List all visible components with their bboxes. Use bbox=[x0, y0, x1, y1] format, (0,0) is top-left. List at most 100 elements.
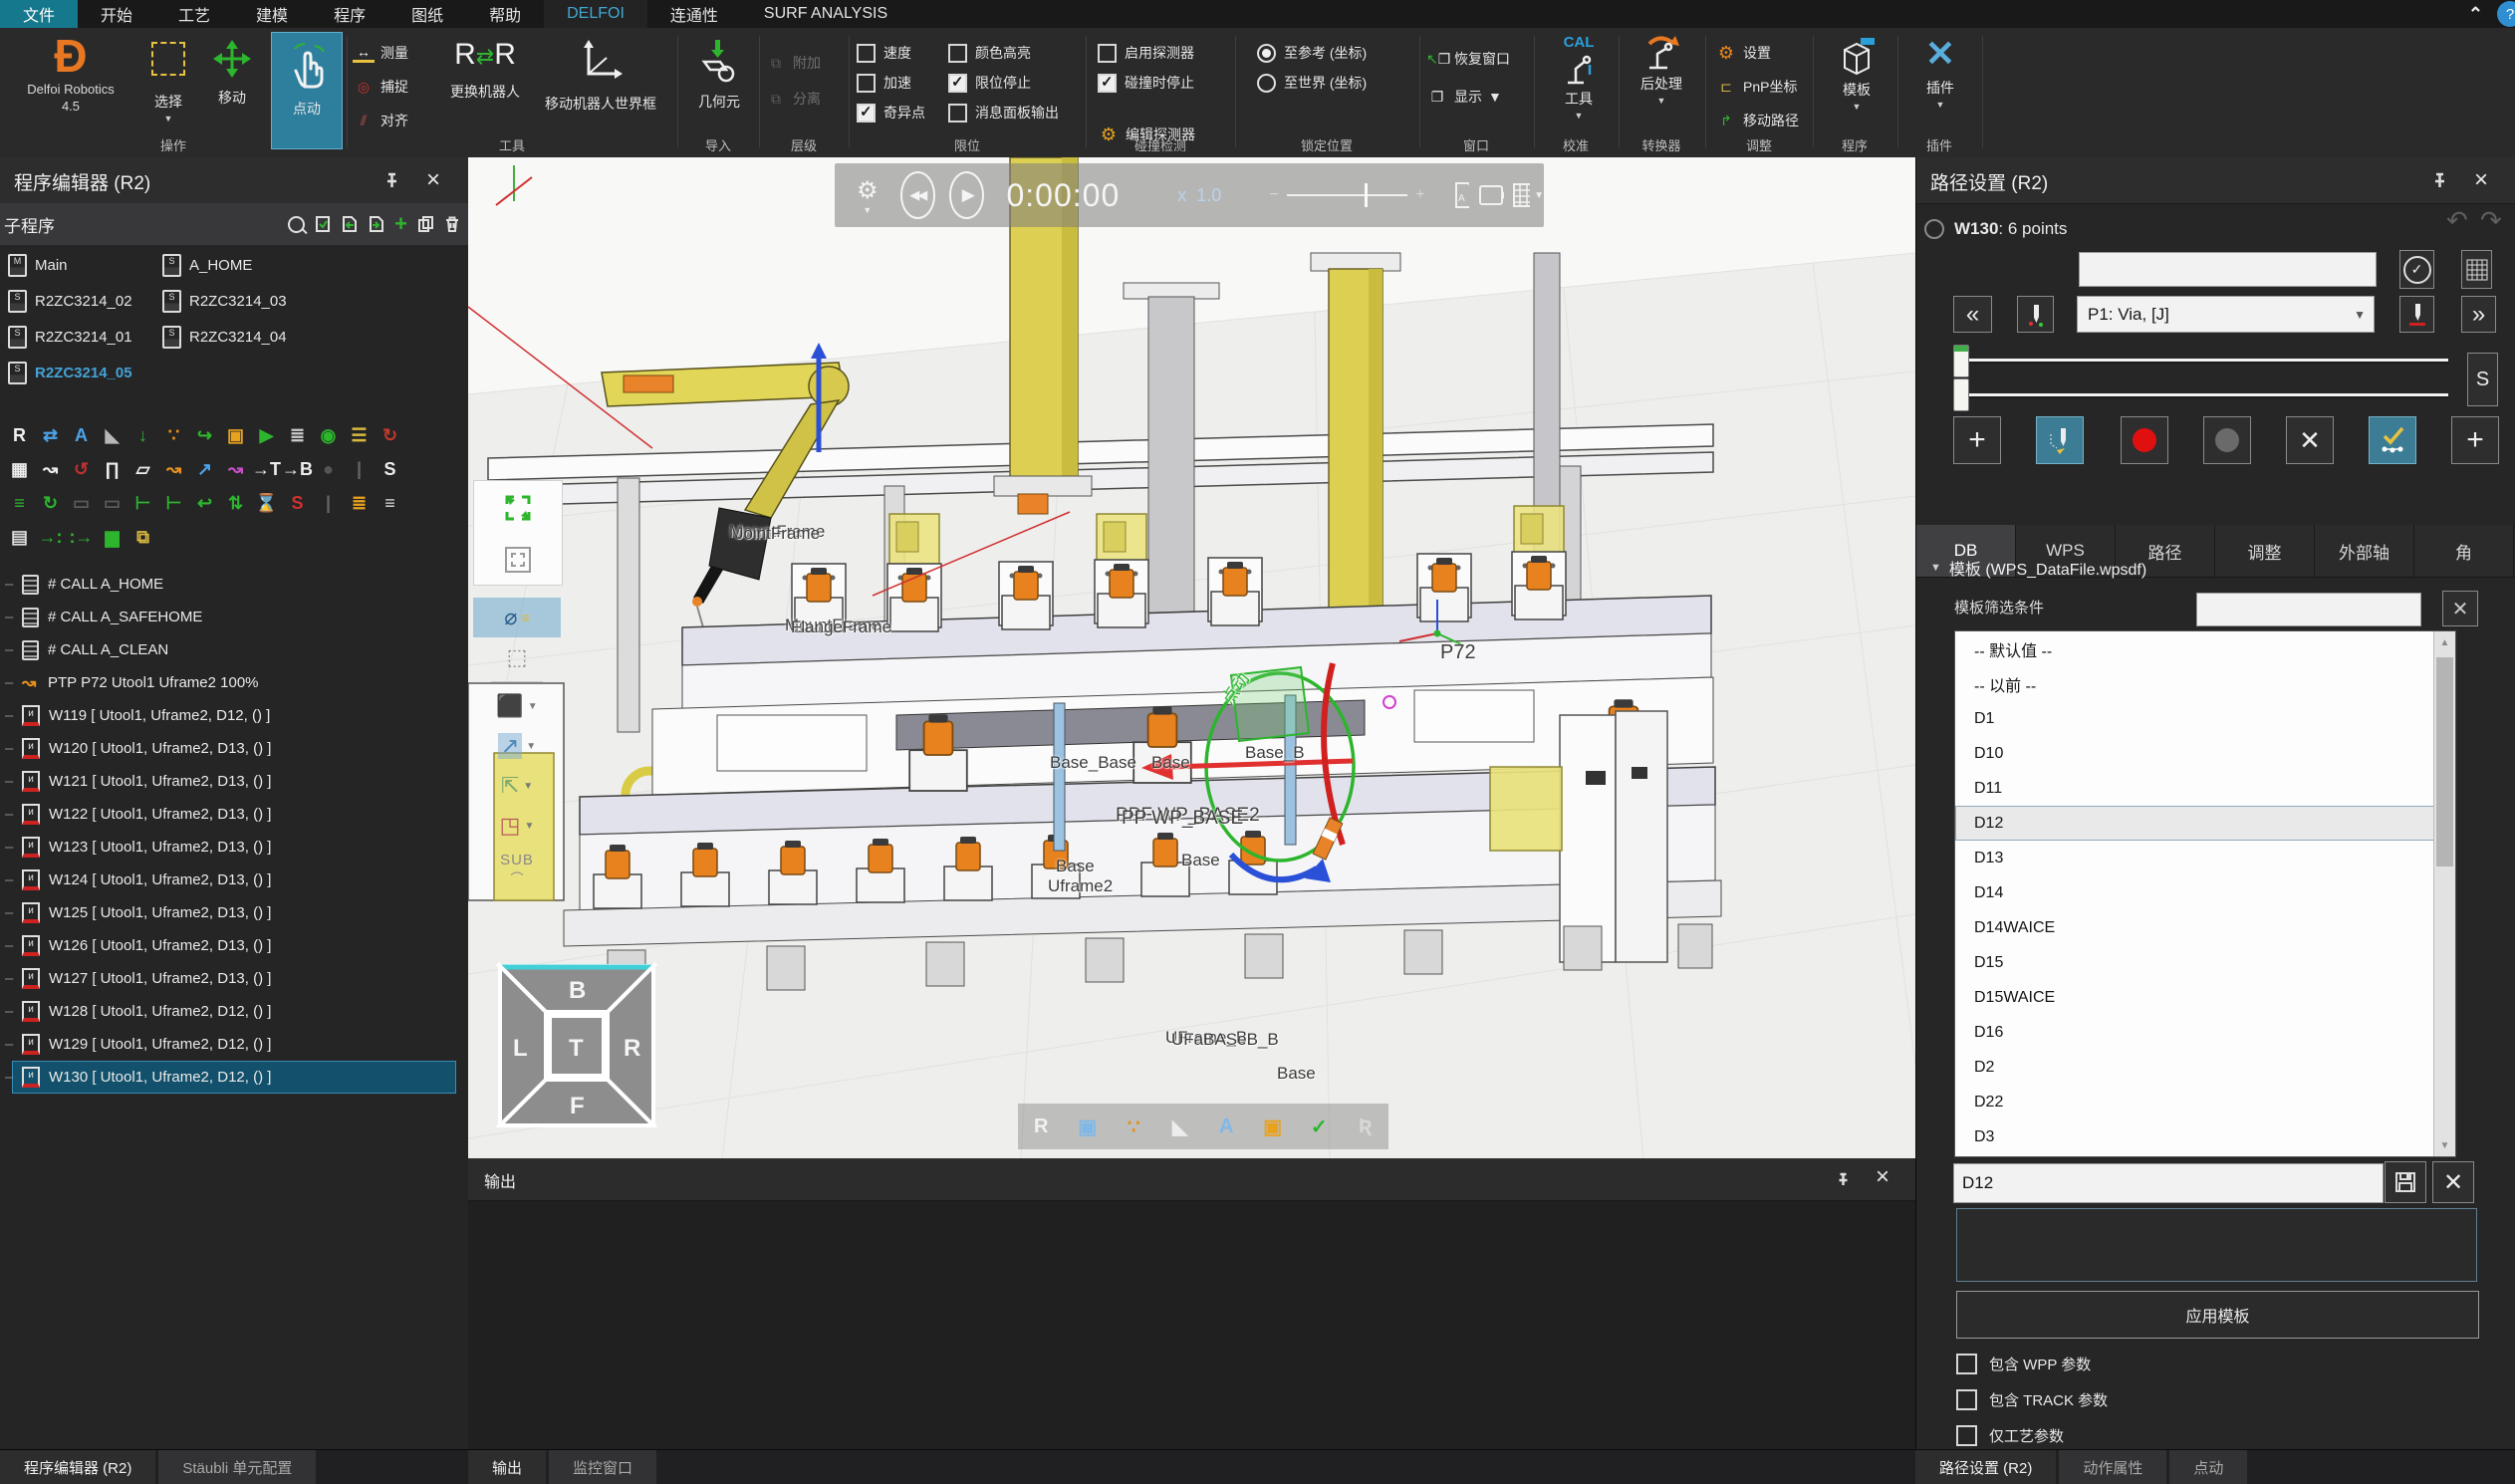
statement-row[interactable]: – ↝ ᴎ W130 [ Utool1, Uframe2, D12, () ] bbox=[12, 1061, 456, 1094]
viewport-tool-icon[interactable]: A bbox=[1208, 1109, 1244, 1144]
toolbar-icon[interactable]: ↝ bbox=[35, 455, 66, 483]
point-select-dropdown[interactable]: P1: Via, [J] ▼ bbox=[2077, 296, 2375, 333]
point-name-input[interactable] bbox=[2079, 252, 2377, 287]
template-description-textarea[interactable] bbox=[1956, 1208, 2477, 1282]
template-list[interactable]: -- 默认值 ---- 以前 --D1D10D11D12D13D14D14WAI… bbox=[1954, 630, 2456, 1157]
lock-radio[interactable]: 至参考 (坐标) bbox=[1257, 38, 1367, 68]
scrollbar[interactable]: ▲ ▼ bbox=[2433, 631, 2455, 1156]
toolbar-icon[interactable]: ↻ bbox=[35, 489, 66, 517]
template-section-header[interactable]: ▼ 模板 (WPS_DataFile.wpsdf) bbox=[1930, 556, 2146, 580]
scroll-down-icon[interactable]: ▼ bbox=[2434, 1134, 2455, 1156]
menu-item[interactable]: 连通性 bbox=[647, 0, 741, 28]
viewport-tool-icon[interactable]: ∵ bbox=[1116, 1109, 1151, 1144]
template-list-item[interactable]: D10 bbox=[1955, 736, 2455, 771]
statement-row[interactable]: – ↝ ᴎ W124 [ Utool1, Uframe2, D13, () ] bbox=[12, 864, 456, 896]
statement-row[interactable]: – ↝ ᴎ # CALL A_SAFEHOME bbox=[12, 601, 456, 633]
toolbar-icon[interactable]: ▶ bbox=[251, 421, 282, 449]
subprogram-item[interactable]: S R2ZC3214_05 bbox=[0, 357, 154, 388]
statement-row[interactable]: – ↝ ᴎ W127 [ Utool1, Uframe2, D13, () ] bbox=[12, 962, 456, 995]
viewport-tool-icon[interactable]: ✓ bbox=[1301, 1109, 1337, 1144]
toolbar-icon[interactable]: ☰ bbox=[344, 421, 375, 449]
collision-checkbox[interactable]: 启用探测器 bbox=[1098, 38, 1194, 68]
menu-item[interactable]: 程序 bbox=[311, 0, 388, 28]
measure-button[interactable]: ↔ 测量 bbox=[353, 40, 408, 66]
toolbar-icon[interactable]: ↻ bbox=[375, 421, 405, 449]
viewport-tool-icon[interactable]: Ʀ bbox=[1348, 1109, 1383, 1144]
zoom-fit-icon[interactable] bbox=[503, 493, 533, 523]
statement-row[interactable]: – ↝ ᴎ # CALL A_CLEAN bbox=[12, 633, 456, 666]
pin-icon[interactable] bbox=[380, 169, 402, 191]
menu-item[interactable]: DELFOI bbox=[544, 0, 647, 28]
export-program-icon[interactable] bbox=[368, 215, 384, 233]
measure-tool-icon[interactable]: ⌀≡ bbox=[473, 598, 561, 637]
speed-slider-track[interactable] bbox=[1958, 393, 2448, 396]
statement-row[interactable]: – ↝ ᴎ W128 [ Utool1, Uframe2, D12, () ] bbox=[12, 995, 456, 1028]
select-button[interactable]: 选择 ▼ bbox=[139, 32, 197, 147]
snap-button[interactable]: ◎ 捕捉 bbox=[353, 74, 408, 100]
statement-row[interactable]: – ↝ ᴎ W120 [ Utool1, Uframe2, D13, () ] bbox=[12, 732, 456, 765]
template-name-input[interactable] bbox=[1953, 1163, 2384, 1203]
toolbar-icon[interactable]: ▆ bbox=[97, 523, 127, 551]
restore-window-button[interactable]: ↖❐ 恢复窗口 bbox=[1426, 46, 1510, 72]
record-disabled-button[interactable] bbox=[2203, 416, 2251, 464]
toolbar-icon[interactable]: ↩ bbox=[189, 489, 220, 517]
3d-viewport[interactable]: MountFrameJointFrameMountFrameFlangeFram… bbox=[468, 157, 1915, 1158]
template-button[interactable]: 模板 ▼ bbox=[1825, 32, 1888, 147]
torch-touch-button[interactable] bbox=[2399, 296, 2434, 333]
speed-minus-icon[interactable]: − bbox=[1269, 186, 1278, 204]
template-list-item[interactable]: D16 bbox=[1955, 1015, 2455, 1050]
toolbar-icon[interactable]: S bbox=[375, 455, 405, 483]
swap-robot-button[interactable]: R⇄R 更换机器人 bbox=[442, 32, 528, 147]
video-record-icon[interactable] bbox=[1479, 183, 1503, 207]
menu-item[interactable]: 文件 bbox=[0, 0, 78, 28]
view-cube[interactable]: B L T R F bbox=[496, 962, 657, 1131]
axis-small-icon[interactable]: ⇱▼ bbox=[473, 766, 561, 806]
add-program-icon[interactable]: + bbox=[394, 211, 407, 237]
limit-checkbox[interactable]: 奇异点 bbox=[857, 98, 925, 127]
tab[interactable]: 外部轴 bbox=[2315, 525, 2414, 577]
toolbar-icon[interactable]: →T bbox=[251, 455, 282, 483]
panel-tab[interactable]: 路径设置 (R2) bbox=[1915, 1450, 2056, 1484]
postprocess-button[interactable]: 后处理 ▼ bbox=[1624, 32, 1699, 147]
verify-path-button[interactable] bbox=[2369, 416, 2416, 464]
toolbar-icon[interactable]: ▱ bbox=[127, 455, 158, 483]
menu-item[interactable]: 图纸 bbox=[388, 0, 466, 28]
solid-cube-icon[interactable]: ⬛▼ bbox=[473, 686, 561, 726]
statement-row[interactable]: – ↝ ᴎ W121 [ Utool1, Uframe2, D13, () ] bbox=[12, 765, 456, 798]
frame-axis-icon[interactable]: ↗▼ bbox=[473, 726, 561, 766]
template-list-item[interactable]: D12 bbox=[1955, 806, 2455, 841]
scroll-thumb[interactable] bbox=[2436, 657, 2453, 866]
toolbar-icon[interactable]: A bbox=[66, 421, 97, 449]
subprogram-item[interactable]: S R2ZC3214_01 bbox=[0, 321, 154, 353]
menu-item[interactable]: 工艺 bbox=[155, 0, 233, 28]
play-button[interactable]: ▶ bbox=[949, 171, 984, 219]
toolbar-icon[interactable]: ⊢ bbox=[158, 489, 189, 517]
slider-handle[interactable] bbox=[1365, 183, 1368, 207]
panel-tab[interactable]: 监控窗口 bbox=[549, 1450, 656, 1484]
attach-button[interactable]: ⧉ 附加 bbox=[765, 50, 821, 76]
close-icon[interactable]: × bbox=[2470, 169, 2492, 191]
template-list-item[interactable]: -- 以前 -- bbox=[1955, 666, 2455, 701]
search-icon[interactable] bbox=[288, 216, 305, 233]
template-list-item[interactable]: D22 bbox=[1955, 1085, 2455, 1119]
subprogram-item[interactable]: S R2ZC3214_04 bbox=[154, 321, 468, 353]
help-icon[interactable]: ? bbox=[2497, 1, 2515, 27]
move-path-button[interactable]: ↱ 移动路径 bbox=[1715, 108, 1799, 133]
pin-icon[interactable] bbox=[1832, 1168, 1854, 1190]
toolbar-icon[interactable]: R bbox=[4, 421, 35, 449]
toolbar-icon[interactable]: ▦ bbox=[4, 455, 35, 483]
delete-template-button[interactable]: ✕ bbox=[2432, 1161, 2474, 1203]
undo-icon[interactable]: ↶ bbox=[2446, 205, 2468, 236]
point-table-button[interactable] bbox=[2461, 250, 2492, 289]
pin-icon[interactable] bbox=[2428, 169, 2450, 191]
toolbar-icon[interactable]: ≣ bbox=[282, 421, 313, 449]
film-icon[interactable] bbox=[1512, 182, 1531, 208]
subprogram-item[interactable]: S R2ZC3214_03 bbox=[154, 285, 468, 317]
toolbar-icon[interactable]: ∏ bbox=[97, 455, 127, 483]
panel-tab[interactable]: 程序编辑器 (R2) bbox=[0, 1450, 155, 1484]
toolbar-icon[interactable]: | bbox=[313, 489, 344, 517]
statement-row[interactable]: – ↝ ᴎ W125 [ Utool1, Uframe2, D13, () ] bbox=[12, 896, 456, 929]
viewport-tool-icon[interactable]: ◣ bbox=[1162, 1109, 1198, 1144]
speed-plus-icon[interactable]: + bbox=[1415, 186, 1424, 204]
geometry-button[interactable]: 几何元 bbox=[687, 32, 751, 147]
